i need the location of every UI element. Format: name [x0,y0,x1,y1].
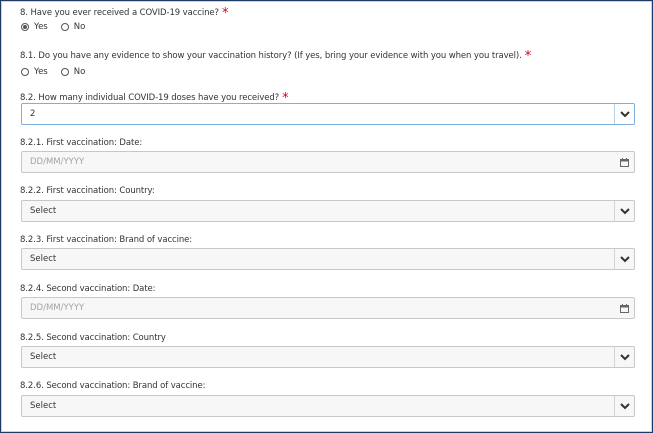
chevron-down-icon[interactable] [614,347,634,367]
calendar-icon[interactable] [614,152,634,172]
question-8-label: 8. Have you ever received a COVID-19 vac… [20,6,229,21]
second-vaccination-country-select[interactable]: Select [21,346,635,368]
question-8-1-label: 8.1. Do you have any evidence to show yo… [20,49,532,64]
second-vaccination-country-label: 8.2.5. Second vaccination: Country [20,333,166,343]
radio-yes[interactable] [21,68,29,76]
second-vaccination-date-label: 8.2.4. Second vaccination: Date: [20,284,156,294]
chevron-down-icon[interactable] [614,249,634,269]
radio-yes-label[interactable]: Yes [34,67,48,77]
radio-yes[interactable] [21,23,29,31]
radio-no-label[interactable]: No [74,67,86,77]
required-asterisk: * [221,6,229,21]
doses-select-value: 2 [30,109,36,119]
question-8-1-options: Yes No [21,67,98,77]
chevron-down-icon[interactable] [614,201,634,221]
second-vaccination-brand-label: 8.2.6. Second vaccination: Brand of vacc… [20,381,206,391]
doses-select[interactable]: 2 [21,103,635,125]
first-vaccination-brand-select[interactable]: Select [21,248,635,270]
first-vaccination-brand-value: Select [30,254,57,264]
second-vaccination-date-placeholder: DD/MM/YYYY [30,303,85,313]
first-vaccination-date-input[interactable]: DD/MM/YYYY [21,151,635,173]
radio-no[interactable] [60,68,69,76]
first-vaccination-country-label: 8.2.2. First vaccination: Country: [20,186,155,196]
required-asterisk: * [524,49,532,64]
radio-yes-label[interactable]: Yes [34,22,48,32]
radio-no-label[interactable]: No [74,22,86,32]
chevron-down-icon[interactable] [614,104,634,124]
first-vaccination-date-placeholder: DD/MM/YYYY [30,157,85,167]
first-vaccination-brand-label: 8.2.3. First vaccination: Brand of vacci… [20,235,193,245]
first-vaccination-country-select[interactable]: Select [21,200,635,222]
radio-no[interactable] [60,23,69,31]
second-vaccination-brand-value: Select [30,401,57,411]
question-8-options: Yes No [21,22,98,32]
chevron-down-icon[interactable] [614,396,634,416]
question-8-2-label: 8.2. How many individual COVID-19 doses … [20,91,289,106]
first-vaccination-country-value: Select [30,206,57,216]
second-vaccination-country-value: Select [30,352,57,362]
first-vaccination-date-label: 8.2.1. First vaccination: Date: [20,138,143,148]
second-vaccination-brand-select[interactable]: Select [21,395,635,417]
calendar-icon[interactable] [614,298,634,318]
second-vaccination-date-input[interactable]: DD/MM/YYYY [21,297,635,319]
